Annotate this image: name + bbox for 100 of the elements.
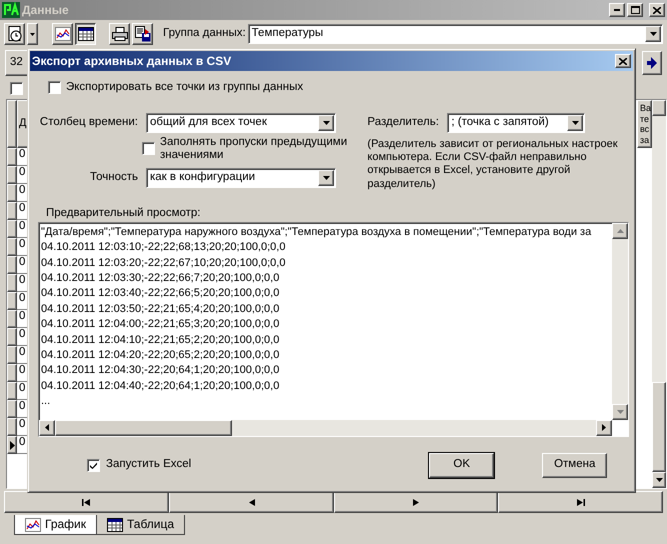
ok-button[interactable]: OK [429,452,494,478]
preview-line: 04.10.2011 12:03:10;-22;22;68;13;20;20;100,0;0,0 [41,240,286,256]
row-header[interactable] [7,184,17,202]
vertical-scrollbar[interactable] [612,222,628,420]
row-header[interactable] [7,382,17,400]
current-row-icon [10,440,14,450]
scroll-down-button[interactable] [652,472,666,488]
row-header[interactable] [7,256,17,274]
row-header[interactable] [7,148,17,166]
scroll-down-button[interactable] [612,404,628,420]
preview-line: 04.10.2011 12:03:40;-22;22;66;5;20;20;100,0;0,0 [41,286,280,302]
dropdown-arrow-icon [650,32,656,36]
preview-line: 04.10.2011 12:03:50;-22;21;65;4;20;20;100,0;0,0 [41,302,280,317]
separator-combobox[interactable]: ; (точка с запятой) [447,112,586,133]
chart-icon [25,518,41,532]
row-header[interactable] [7,238,17,256]
scroll-left-icon [45,424,49,432]
scroll-thumb[interactable] [652,382,666,472]
next-button[interactable] [642,51,662,75]
row-header[interactable] [7,418,17,436]
data-group-label: Группа данных: [163,27,246,41]
export-all-checkbox[interactable] [48,81,61,94]
run-excel-checkbox[interactable] [87,458,100,472]
preview-line: ... [41,394,50,410]
first-record-button[interactable] [4,491,169,513]
row-header[interactable] [7,310,17,328]
minimize-button[interactable] [609,3,625,17]
first-icon [82,498,90,506]
clock-button[interactable] [4,23,25,45]
dropdown-arrow-icon [572,120,579,125]
tab[interactable]: Таблица [96,515,186,535]
dropdown-arrow-icon [656,478,662,482]
row-header[interactable] [7,166,17,184]
time-column-combobox[interactable]: общий для всех точек [146,112,336,133]
row-header[interactable] [7,328,17,346]
row-header[interactable] [7,292,17,310]
column-header-text: Ва [640,103,651,114]
preview-line: 04.10.2011 12:04:20;-22;20;65;2;20;20;100,0;0,0 [41,348,280,364]
tab[interactable]: График [14,515,97,535]
dropdown-arrow-icon [322,176,330,180]
export-button[interactable] [132,23,153,45]
preview-line: 04.10.2011 12:04:10;-22;21;65;2;20;20;100,0;0,0 [41,332,280,348]
scroll-up-icon [616,228,624,233]
scroll-right-icon [602,424,606,432]
column-header-text: вс [640,124,650,134]
previous-icon [247,498,256,506]
row-header[interactable] [7,436,17,454]
close-button[interactable] [649,3,665,17]
close-icon [653,6,661,14]
scroll-up-button[interactable] [612,222,628,239]
dialog-title: Экспорт архивных данных в CSV [32,54,232,68]
period-field[interactable]: 32 [5,50,29,76]
previous-button[interactable] [168,491,334,513]
table-icon [78,27,94,41]
scroll-right-button[interactable] [596,420,612,436]
chart-view-button[interactable] [52,23,73,45]
separator-note: (Разделитель зависит от региональных настроек компьютера. Если CSV-файл неправильно открывается в Excel, установите другой разделитель) [367,138,619,191]
maximize-button[interactable] [627,3,643,17]
field-value: ; (точка с запятой) [451,116,549,130]
export-icon [134,26,150,42]
row-header[interactable] [7,364,17,382]
row-header[interactable] [7,220,17,238]
preview-line: 04.10.2011 12:04:40;-22;20;64;1;20;20;100,0;0,0 [41,378,280,394]
table-icon [107,518,123,532]
close-icon [619,58,627,64]
next-button[interactable] [334,491,498,513]
row-header[interactable] [7,400,17,418]
row-header[interactable] [7,202,17,220]
vertical-scrollbar[interactable] [652,100,666,488]
last-record-button[interactable] [498,491,663,513]
field-label: Столбец времени: [38,116,138,130]
preview-line: 04.10.2011 12:04:00;-22;21;65;3;20;20;100,0;0,0 [41,317,280,332]
field-label: Разделитель: [367,116,440,130]
close-button[interactable] [615,54,631,68]
field-value: общий для всех точек [150,116,267,130]
scroll-left-button[interactable] [39,420,55,436]
checkbox-label: Экспортировать все точки из группы данных [66,81,304,95]
scroll-up-button[interactable] [652,100,666,116]
precision-combobox[interactable]: как в конфигурации [146,168,336,188]
dropdown-button[interactable] [27,23,38,45]
column-header-text: за [640,134,650,145]
column-header-text: те [640,114,650,124]
data-group-combobox[interactable]: Температуры [248,24,663,44]
row-header[interactable] [7,346,17,364]
preview-label: Предварительный просмотр: [46,206,202,221]
fill-gaps-checkbox[interactable] [142,142,155,156]
row-header[interactable] [7,274,17,292]
preview-line: 04.10.2011 12:04:30;-22;20;64;1;20;20;100,0;0,0 [41,363,280,378]
cancel-button[interactable]: Отмена [542,452,608,478]
printer-icon [112,27,128,41]
scroll-thumb[interactable] [55,420,232,436]
print-button[interactable] [109,23,130,45]
table-view-button[interactable] [75,23,96,45]
preview-line: 04.10.2011 12:03:30;-22;22;66;7;20;20;100,0;0,0 [41,271,280,286]
field-label: Точность [88,170,138,185]
horizontal-scrollbar[interactable] [39,420,612,436]
app-logo-icon [2,2,20,18]
filter-checkbox[interactable] [10,82,23,94]
checkmark-icon [90,462,97,469]
last-icon [576,498,585,506]
